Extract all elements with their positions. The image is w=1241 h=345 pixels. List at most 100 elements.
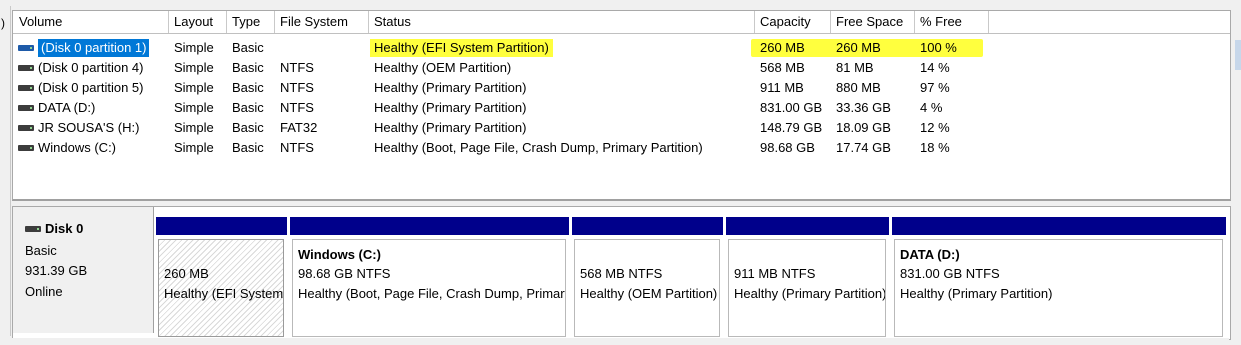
capacity-cell: 911 MB (760, 80, 804, 95)
type-cell: Basic (232, 120, 264, 135)
volume-icon (18, 45, 34, 51)
volume-icon (18, 145, 34, 151)
file-system-cell: NTFS (280, 80, 314, 95)
free-space-cell: 260 MB (836, 40, 881, 55)
file-system-cell (274, 38, 368, 58)
right-pane-edge (1235, 40, 1241, 70)
column-layout[interactable]: Layout (168, 11, 227, 33)
capacity-cell: 98.68 GB (760, 140, 815, 155)
partition-bar (891, 217, 1226, 235)
status-cell: Healthy (Primary Partition) (374, 80, 527, 95)
horizontal-scrollbar[interactable] (12, 338, 1229, 345)
partition-title: Windows (C:) (298, 247, 381, 262)
column-header-row: Volume Layout Type File System Status Ca… (13, 11, 1230, 34)
file-system-cell: NTFS (280, 140, 314, 155)
volume-name-cell[interactable]: DATA (D:) (13, 98, 173, 118)
partition-size: 98.68 GB NTFS (298, 266, 391, 281)
capacity-cell: 260 MB (760, 40, 805, 55)
column-type[interactable]: Type (226, 11, 275, 33)
partition-bar (725, 217, 889, 235)
partition-body: DATA (D:) 831.00 GB NTFS Healthy (Primar… (894, 239, 1223, 337)
free-space-cell: 33.36 GB (836, 100, 891, 115)
partition-windows[interactable]: Windows (C:) 98.68 GB NTFS Healthy (Boot… (289, 217, 569, 339)
table-row[interactable]: DATA (D:) Simple Basic NTFS Healthy (Pri… (13, 98, 1230, 118)
disk-type: Basic (25, 243, 57, 258)
type-cell: Basic (232, 60, 264, 75)
layout-cell: Simple (174, 60, 214, 75)
disk-state: Online (25, 284, 63, 299)
table-row[interactable]: (Disk 0 partition 1) Simple Basic Health… (13, 38, 1230, 58)
column-file-system[interactable]: File System (274, 11, 369, 33)
type-cell: Basic (232, 140, 264, 155)
percent-free-cell: 100 % (920, 40, 957, 55)
capacity-cell: 831.00 GB (760, 100, 823, 115)
percent-free-cell: 14 % (920, 60, 950, 75)
status-cell: Healthy (Primary Partition) (374, 100, 527, 115)
partition-status: Healthy (OEM Partition) (580, 286, 718, 301)
partition-bar (571, 217, 723, 235)
column-percent-free[interactable]: % Free (914, 11, 989, 33)
volume-icon (18, 85, 34, 91)
status-cell: Healthy (OEM Partition) (374, 60, 512, 75)
status-cell: Healthy (EFI System Partition) (368, 38, 754, 58)
volume-name-cell[interactable]: (Disk 0 partition 1) (13, 38, 173, 58)
partition-status: Healthy (Boot, Page File, Crash Dump, Pr… (298, 286, 565, 301)
volume-name-cell[interactable]: Windows (C:) (13, 138, 173, 158)
type-cell: Basic (232, 40, 264, 55)
partition-oem[interactable]: 568 MB NTFS Healthy (OEM Partition) (571, 217, 723, 339)
disk-title: Disk 0 (25, 221, 83, 236)
partition-efi[interactable]: 260 MB Healthy (EFI System Partition) (155, 217, 287, 339)
partition-status: Healthy (Primary Partition) (734, 286, 886, 301)
layout-cell: Simple (174, 140, 214, 155)
layout-cell: Simple (174, 120, 214, 135)
partition-title: DATA (D:) (900, 247, 960, 262)
partition-size: 911 MB NTFS (734, 266, 816, 281)
table-row[interactable]: (Disk 0 partition 5) Simple Basic NTFS H… (13, 78, 1230, 98)
layout-cell: Simple (174, 40, 214, 55)
disk-size: 931.39 GB (25, 263, 88, 278)
disk-info[interactable]: Disk 0 Basic 931.39 GB Online (13, 207, 154, 333)
free-space-cell: 81 MB (836, 60, 874, 75)
free-space-cell: 17.74 GB (836, 140, 891, 155)
file-system-cell: FAT32 (280, 120, 318, 135)
column-free-space[interactable]: Free Space (830, 11, 915, 33)
partition-size: 568 MB NTFS (580, 266, 663, 281)
volume-name-cell[interactable]: (Disk 0 partition 5) (13, 78, 173, 98)
layout-cell: Simple (174, 100, 214, 115)
free-space-cell: 18.09 GB (836, 120, 891, 135)
capacity-cell: 568 MB (760, 60, 805, 75)
file-system-cell: NTFS (280, 100, 314, 115)
percent-free-cell: 18 % (920, 140, 950, 155)
partition-status: Healthy (EFI System Partition) (164, 286, 284, 301)
table-row[interactable]: Windows (C:) Simple Basic NTFS Healthy (… (13, 138, 1230, 158)
partition-body: Windows (C:) 98.68 GB NTFS Healthy (Boot… (292, 239, 566, 337)
partition-body: 568 MB NTFS Healthy (OEM Partition) (574, 239, 720, 337)
column-capacity[interactable]: Capacity (754, 11, 831, 33)
partition-body: 260 MB Healthy (EFI System Partition) (158, 239, 284, 337)
partition-body: 911 MB NTFS Healthy (Primary Partition) (728, 239, 886, 337)
volume-name-cell[interactable]: JR SOUSA'S (H:) (13, 118, 173, 138)
disk-map-panel: Disk 0 Basic 931.39 GB Online 260 MB Hea… (12, 206, 1231, 340)
table-row[interactable]: (Disk 0 partition 4) Simple Basic NTFS H… (13, 58, 1230, 78)
layout-cell: Simple (174, 80, 214, 95)
volume-icon (18, 65, 34, 71)
volume-name-cell[interactable]: (Disk 0 partition 4) (13, 58, 173, 78)
partition-bar (289, 217, 569, 235)
partition-primary[interactable]: 911 MB NTFS Healthy (Primary Partition) (725, 217, 889, 339)
left-pane-edge: ) (0, 6, 11, 336)
capacity-cell: 148.79 GB (760, 120, 823, 135)
volume-icon (18, 105, 34, 111)
column-status[interactable]: Status (368, 11, 755, 33)
table-row[interactable]: JR SOUSA'S (H:) Simple Basic FAT32 Healt… (13, 118, 1230, 138)
type-cell: Basic (232, 100, 264, 115)
partition-status: Healthy (Primary Partition) (900, 286, 1053, 301)
partition-bar (155, 217, 287, 235)
partition-data[interactable]: DATA (D:) 831.00 GB NTFS Healthy (Primar… (891, 217, 1226, 339)
volume-icon (18, 125, 34, 131)
free-space-cell: 880 MB (836, 80, 881, 95)
status-cell: Healthy (Boot, Page File, Crash Dump, Pr… (374, 140, 703, 155)
percent-free-cell: 4 % (920, 100, 943, 115)
volume-list-panel: Volume Layout Type File System Status Ca… (12, 10, 1231, 201)
column-volume[interactable]: Volume (13, 11, 169, 33)
percent-free-cell: 12 % (920, 120, 950, 135)
